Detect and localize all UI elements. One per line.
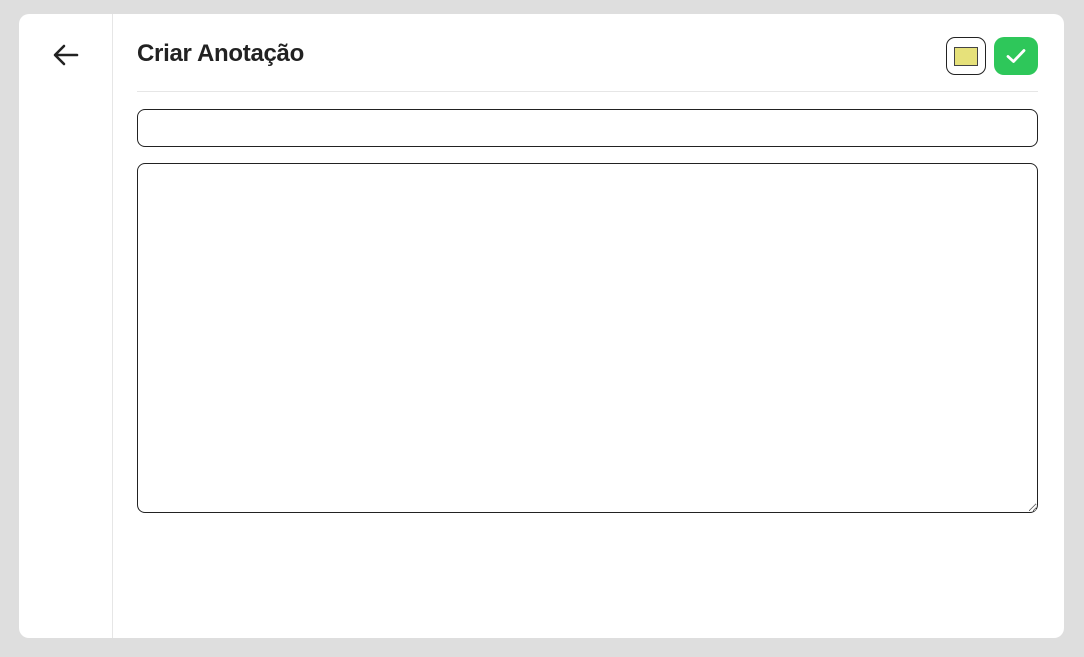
left-rail [19, 14, 113, 638]
note-editor-card: Criar Anotação [19, 14, 1064, 638]
arrow-left-icon [53, 44, 79, 66]
note-title-input[interactable] [137, 109, 1038, 147]
save-note-button[interactable] [994, 37, 1038, 75]
note-color-button[interactable] [946, 37, 986, 75]
editor-header: Criar Anotação [137, 34, 1038, 92]
note-content-textarea[interactable] [137, 163, 1038, 513]
check-icon [1006, 49, 1026, 63]
editor-main: Criar Anotação [113, 14, 1064, 638]
page-title: Criar Anotação [137, 40, 304, 67]
back-button[interactable] [47, 38, 85, 72]
selected-color-swatch [954, 46, 978, 66]
